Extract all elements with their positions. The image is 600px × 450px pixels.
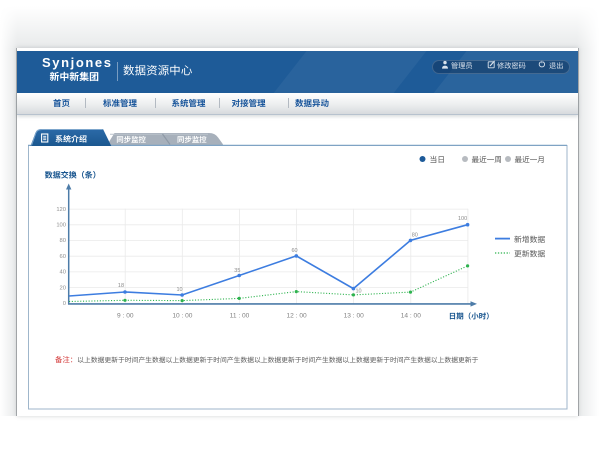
svg-text:80: 80 xyxy=(412,232,418,238)
svg-text:14 : 00: 14 : 00 xyxy=(401,313,421,320)
svg-text:60: 60 xyxy=(60,254,66,260)
svg-text:100: 100 xyxy=(56,223,66,229)
svg-text:12 : 00: 12 : 00 xyxy=(287,313,307,320)
svg-text:13 : 00: 13 : 00 xyxy=(344,313,364,320)
svg-text:9 : 00: 9 : 00 xyxy=(117,313,134,320)
svg-text:60: 60 xyxy=(292,248,298,254)
svg-text:10 : 00: 10 : 00 xyxy=(172,313,192,320)
svg-text:35: 35 xyxy=(234,268,240,274)
svg-text:18: 18 xyxy=(118,283,124,289)
svg-text:80: 80 xyxy=(60,238,66,244)
svg-text:120: 120 xyxy=(56,207,66,213)
svg-text:20: 20 xyxy=(60,285,66,291)
svg-text:11 : 00: 11 : 00 xyxy=(230,313,250,320)
svg-text:0: 0 xyxy=(63,301,66,307)
svg-text:40: 40 xyxy=(60,270,66,276)
svg-text:10: 10 xyxy=(356,289,362,295)
svg-text:10: 10 xyxy=(177,287,183,293)
svg-text:100: 100 xyxy=(458,216,467,222)
